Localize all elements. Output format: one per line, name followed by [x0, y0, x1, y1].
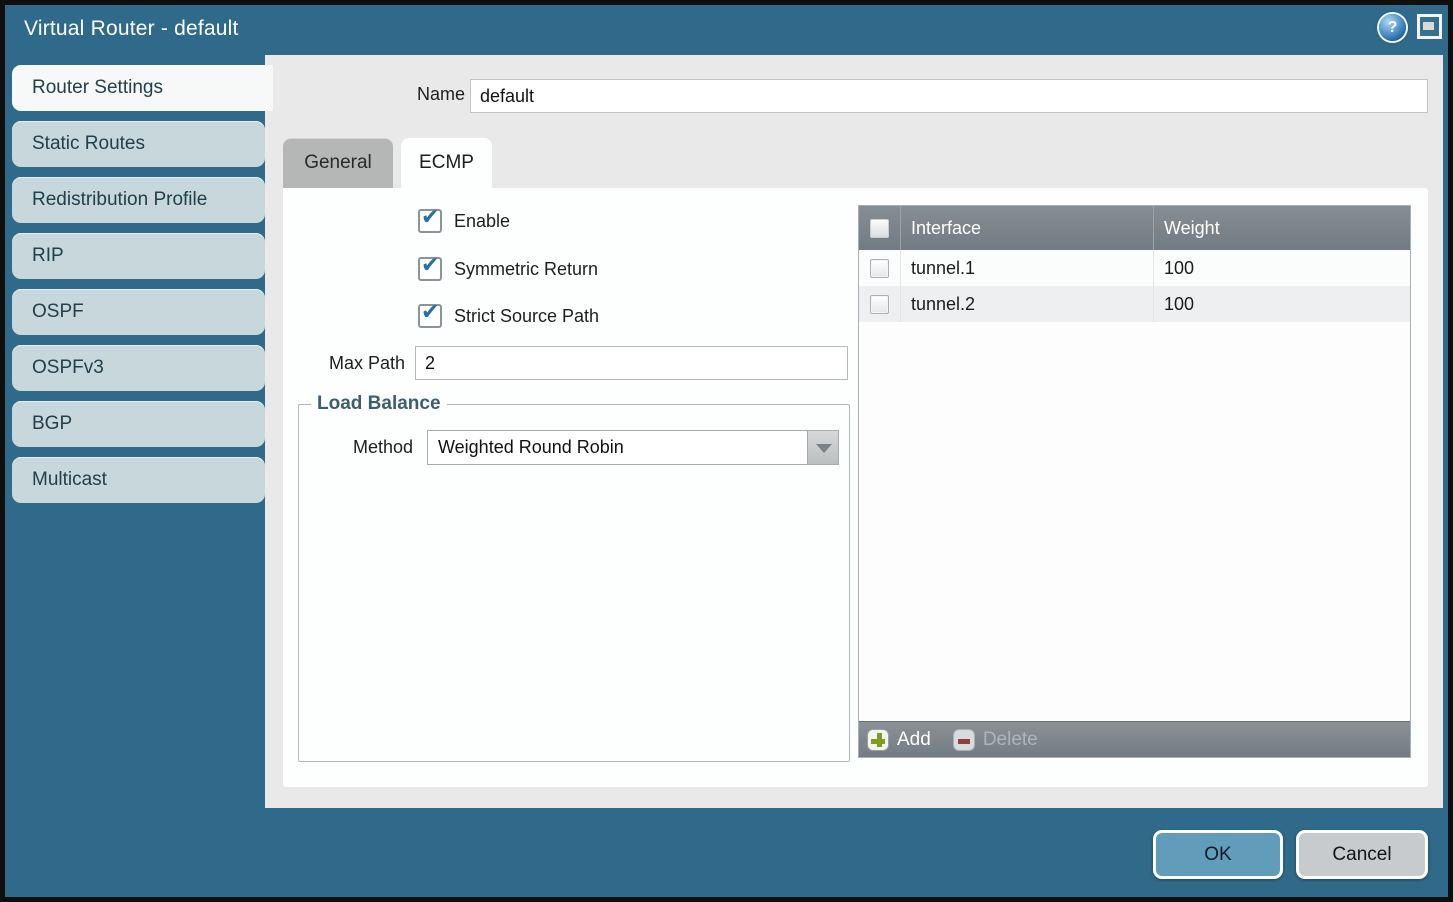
- tab-general[interactable]: General: [283, 138, 393, 188]
- checkmark-icon: ✔: [421, 205, 439, 230]
- virtual-router-dialog: Virtual Router - default ? Router Settin…: [0, 0, 1453, 902]
- strict-source-path-checkbox[interactable]: ✔: [418, 304, 442, 328]
- method-label: Method: [298, 437, 413, 458]
- enable-row: ✔ Enable: [418, 208, 510, 234]
- table-row[interactable]: tunnel.1 100: [859, 250, 1410, 286]
- enable-label: Enable: [442, 211, 510, 232]
- table-action-bar: Add Delete: [859, 721, 1410, 757]
- sidebar-item-ospf[interactable]: OSPF: [12, 289, 265, 335]
- dropdown-arrow-button[interactable]: [807, 431, 838, 464]
- row-checkbox[interactable]: [870, 295, 889, 314]
- cell-interface: tunnel.2: [901, 286, 1154, 322]
- add-button-label: Add: [897, 729, 931, 751]
- cell-interface: tunnel.1: [901, 250, 1154, 286]
- delete-button[interactable]: Delete: [953, 729, 1038, 751]
- method-dropdown[interactable]: Weighted Round Robin: [427, 430, 839, 465]
- checkmark-icon: ✔: [421, 253, 439, 278]
- method-dropdown-value: Weighted Round Robin: [438, 437, 624, 458]
- select-all-checkbox[interactable]: [870, 219, 889, 238]
- help-icon[interactable]: ?: [1379, 14, 1406, 41]
- dialog-title: Virtual Router - default: [24, 17, 239, 41]
- name-input[interactable]: [470, 79, 1428, 113]
- max-path-label: Max Path: [283, 353, 405, 374]
- load-balance-legend: Load Balance: [311, 393, 447, 415]
- add-plus-icon: [867, 729, 889, 751]
- sidebar: Router Settings Static Routes Redistribu…: [12, 65, 265, 503]
- symmetric-return-label: Symmetric Return: [442, 259, 598, 280]
- delete-minus-icon: [953, 729, 975, 751]
- sidebar-item-redistribution-profile[interactable]: Redistribution Profile: [12, 177, 265, 223]
- column-header-weight: Weight: [1154, 206, 1410, 250]
- cell-weight: 100: [1154, 286, 1410, 322]
- strict-source-path-row: ✔ Strict Source Path: [418, 303, 599, 329]
- cancel-button[interactable]: Cancel: [1296, 830, 1428, 879]
- symmetric-return-checkbox[interactable]: ✔: [418, 257, 442, 281]
- sidebar-item-router-settings[interactable]: Router Settings: [12, 65, 273, 111]
- column-header-interface: Interface: [901, 206, 1154, 250]
- sidebar-item-multicast[interactable]: Multicast: [12, 457, 265, 503]
- sidebar-item-rip[interactable]: RIP: [12, 233, 265, 279]
- sidebar-item-static-routes[interactable]: Static Routes: [12, 121, 265, 167]
- delete-button-label: Delete: [983, 729, 1038, 751]
- max-path-input[interactable]: [415, 346, 848, 380]
- sidebar-item-bgp[interactable]: BGP: [12, 401, 265, 447]
- symmetric-return-row: ✔ Symmetric Return: [418, 256, 598, 282]
- sidebar-item-ospfv3[interactable]: OSPFv3: [12, 345, 265, 391]
- ok-button[interactable]: OK: [1153, 830, 1283, 879]
- table-row[interactable]: tunnel.2 100: [859, 286, 1410, 322]
- strict-source-path-label: Strict Source Path: [442, 306, 599, 327]
- checkmark-icon: ✔: [421, 300, 439, 325]
- row-checkbox[interactable]: [870, 259, 889, 278]
- enable-checkbox[interactable]: ✔: [418, 209, 442, 233]
- restore-window-icon-glyph: [1423, 22, 1434, 30]
- main-panel: Name General ECMP ✔ Enable ✔ Symmetric R…: [265, 55, 1443, 808]
- table-header-row: Interface Weight: [859, 206, 1410, 250]
- cell-weight: 100: [1154, 250, 1410, 286]
- title-bar: Virtual Router - default ?: [5, 5, 1448, 55]
- tab-ecmp[interactable]: ECMP: [401, 138, 492, 188]
- chevron-down-icon: [816, 444, 832, 453]
- restore-window-icon[interactable]: [1417, 14, 1442, 39]
- ecmp-tab-content: ✔ Enable ✔ Symmetric Return ✔ Strict Sou…: [283, 188, 1428, 787]
- ecmp-interface-table: Interface Weight tunnel.1 100 tunnel.2 1…: [858, 205, 1411, 758]
- add-button[interactable]: Add: [867, 729, 931, 751]
- name-label: Name: [345, 84, 465, 105]
